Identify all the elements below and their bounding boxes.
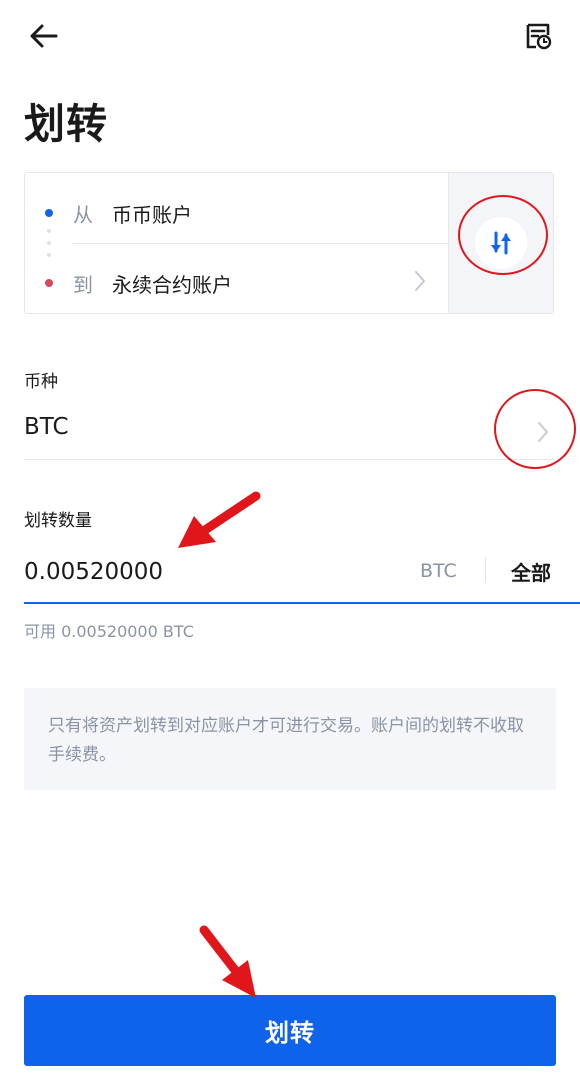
swap-accounts-button[interactable] <box>448 173 553 313</box>
to-prefix: 到 <box>73 273 93 297</box>
to-dot <box>45 279 53 287</box>
available-balance: 可用 0.00520000 BTC <box>24 622 194 641</box>
connector-dot <box>47 229 51 233</box>
annotation-arrow <box>199 925 256 998</box>
arrow-left-icon <box>30 24 58 48</box>
notice-text: 只有将资产划转到对应账户才可进行交易。账户间的划转不收取手续费。 <box>48 716 524 765</box>
from-prefix: 从 <box>73 203 93 227</box>
account-selector-card: 从 币币账户 到 永续合约账户 <box>24 172 554 314</box>
notice-box: 只有将资产划转到对应账户才可进行交易。账户间的划转不收取手续费。 <box>24 688 556 790</box>
amount-unit: BTC <box>420 560 457 582</box>
back-button[interactable] <box>22 14 66 58</box>
to-account-name: 永续合约账户 <box>112 273 232 297</box>
submit-button-label: 划转 <box>265 1019 315 1047</box>
currency-value: BTC <box>24 414 69 440</box>
transfer-submit-button[interactable]: 划转 <box>24 995 556 1066</box>
chevron-right-icon <box>415 271 425 291</box>
page-title: 划转 <box>24 100 108 148</box>
transfer-history-icon <box>526 23 552 50</box>
all-amount-button[interactable]: 全部 <box>511 557 551 586</box>
amount-input[interactable] <box>24 552 404 592</box>
transfer-history-button[interactable] <box>516 14 560 58</box>
from-account-row: 从 币币账户 <box>25 179 449 243</box>
swap-button-circle <box>475 217 527 269</box>
connector-dot <box>47 241 51 245</box>
amount-field: BTC 全部 <box>24 540 580 604</box>
from-dot <box>45 209 53 217</box>
to-account-row[interactable]: 到 永续合约账户 <box>25 249 449 313</box>
chevron-right-icon <box>538 422 548 442</box>
amount-label: 划转数量 <box>24 511 92 531</box>
currency-selector[interactable]: BTC <box>24 400 554 460</box>
from-account-name: 币币账户 <box>112 203 192 227</box>
amount-separator <box>485 557 486 583</box>
swap-vertical-icon <box>491 231 511 255</box>
card-divider <box>73 243 449 244</box>
currency-label: 币种 <box>24 372 58 392</box>
